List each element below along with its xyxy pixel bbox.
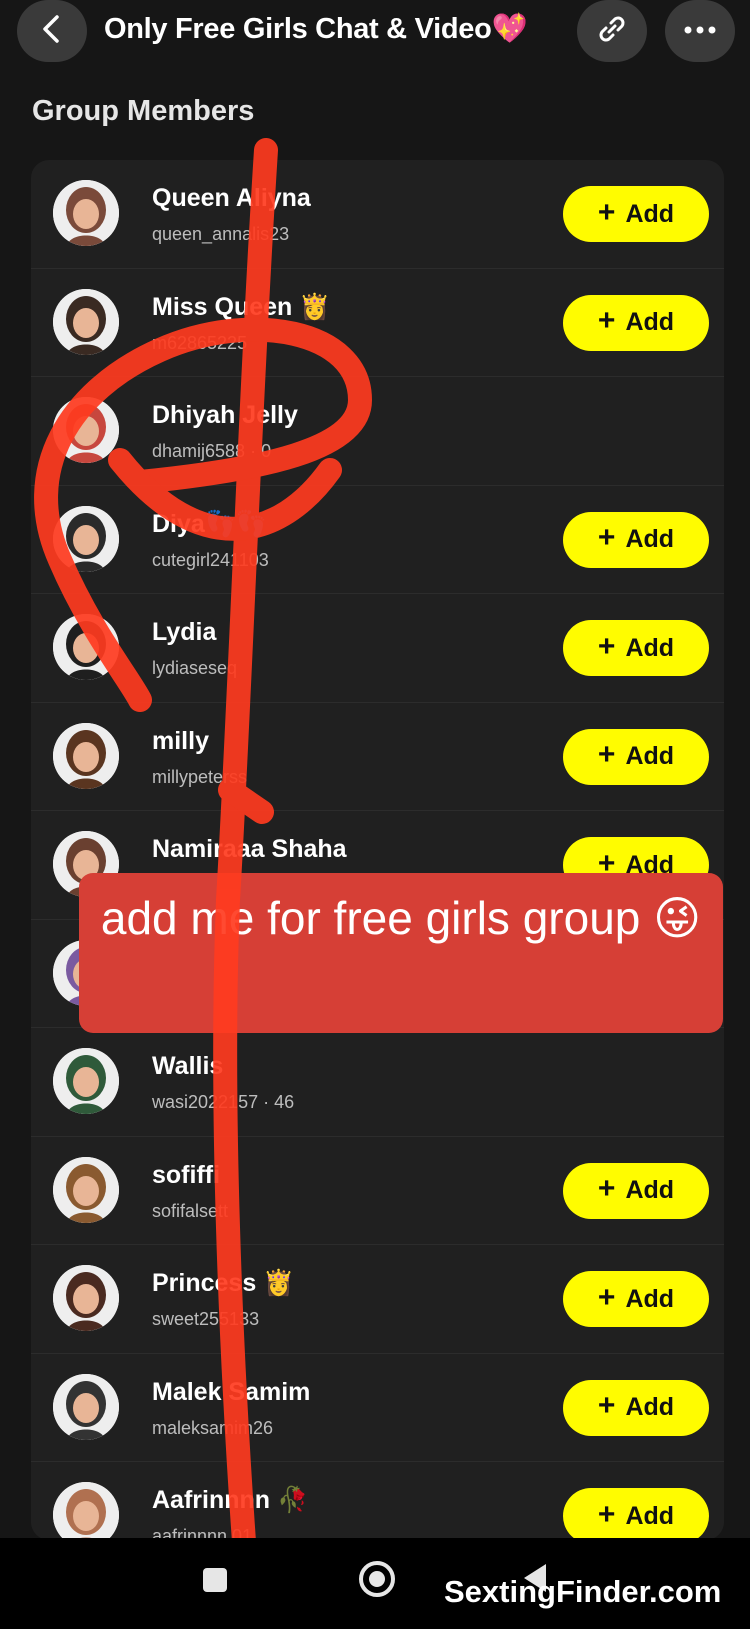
header-bar: Only Free Girls Chat & Video💖 (0, 0, 750, 64)
member-name: Namiraaa Shaha (152, 835, 347, 863)
plus-icon: + (597, 304, 616, 337)
chevron-left-icon (39, 14, 65, 49)
member-name: sofiffi (152, 1160, 221, 1189)
plus-icon: + (597, 1497, 616, 1531)
add-button-label: Add (625, 1501, 675, 1530)
avatar[interactable] (53, 180, 119, 246)
member-row[interactable]: Dhiyah Jelly dhamij6588 · 0 (31, 377, 724, 486)
add-friend-button[interactable]: + Add (563, 1271, 709, 1327)
add-button-label: Add (625, 1176, 675, 1204)
member-username: millypeterss (152, 766, 248, 787)
plus-icon: + (597, 1280, 616, 1314)
group-members-heading: Group Members (32, 95, 255, 127)
overlay-banner: add me for free girls group 😜 (79, 873, 723, 1033)
watermark: SextingFinder.com (444, 1574, 722, 1609)
member-username: lydiaseseq (152, 658, 238, 678)
avatar[interactable] (53, 1265, 119, 1331)
add-friend-button[interactable]: + Add (563, 728, 709, 785)
member-username: cutegirl241103 (152, 549, 269, 570)
member-name: Princess 👸 (152, 1269, 295, 1297)
page-title: Only Free Girls Chat & Video💖 (104, 13, 528, 45)
share-link-button[interactable] (577, 0, 647, 62)
member-row[interactable]: Princess 👸 sweet255133 + Add (31, 1245, 724, 1354)
add-friend-button[interactable]: + Add (563, 1379, 709, 1436)
plus-icon: + (597, 738, 616, 771)
add-friend-button[interactable]: + Add (563, 294, 709, 351)
member-row[interactable]: Queen Aliyna queen_annalis23 + Add (31, 160, 724, 269)
add-friend-button[interactable]: + Add (563, 186, 709, 242)
avatar[interactable] (53, 1048, 119, 1114)
member-name: Lydia (152, 618, 217, 646)
member-username: sweet255133 (152, 1309, 260, 1329)
member-name: Miss Queen 👸 (152, 292, 331, 321)
member-name: Dhiyah Jelly (152, 401, 298, 429)
member-username: dhamij6588 · 0 (152, 441, 272, 461)
member-row[interactable]: sofiffi sofifalsett + Add (31, 1137, 724, 1245)
member-row[interactable]: Wallis wasi2022157 · 46 (31, 1028, 724, 1137)
member-username: wasi2022157 · 46 (152, 1092, 295, 1112)
ellipsis-icon (683, 22, 717, 40)
member-name: Aafrinnnn 🥀 (152, 1486, 309, 1514)
avatar[interactable] (53, 614, 119, 680)
add-button-label: Add (625, 525, 675, 553)
more-options-button[interactable] (665, 0, 735, 62)
add-button-label: Add (625, 1284, 675, 1313)
add-button-label: Add (625, 742, 675, 770)
add-button-label: Add (625, 308, 675, 336)
link-icon (595, 12, 629, 51)
avatar[interactable] (53, 397, 119, 463)
member-name: Wallis (152, 1052, 224, 1080)
recent-apps-icon[interactable] (202, 1567, 228, 1598)
add-button-label: Add (625, 199, 675, 228)
avatar[interactable] (53, 1373, 119, 1440)
add-friend-button[interactable]: + Add (563, 620, 709, 676)
avatar[interactable] (53, 1156, 119, 1223)
plus-icon: + (597, 1389, 616, 1422)
plus-icon: + (597, 629, 616, 663)
member-username: maleksamim26 (152, 1417, 274, 1438)
avatar[interactable] (53, 1482, 119, 1540)
member-name: Queen Aliyna (152, 184, 311, 212)
member-row[interactable]: milly millypeterss + Add (31, 703, 724, 811)
add-button-label: Add (625, 633, 675, 662)
back-button[interactable] (17, 0, 87, 62)
add-friend-button[interactable]: + Add (563, 511, 709, 568)
member-username: queen_annalis23 (152, 224, 290, 244)
members-list: Queen Aliyna queen_annalis23 + Add Miss … (31, 160, 724, 1540)
add-button-label: Add (625, 1393, 675, 1421)
plus-icon: + (597, 521, 616, 554)
member-row[interactable]: Diya👣👣 cutegirl241103 + Add (31, 486, 724, 594)
member-name: Diya👣👣 (152, 509, 268, 538)
member-name: milly (152, 726, 209, 755)
member-name: Malek Samim (152, 1377, 311, 1406)
plus-icon: + (597, 195, 616, 229)
avatar[interactable] (53, 722, 119, 789)
avatar[interactable] (53, 505, 119, 572)
member-row[interactable]: Aafrinnnn 🥀 aafrinnnn.01 + Add (31, 1462, 724, 1540)
member-row[interactable]: Malek Samim maleksamim26 + Add (31, 1354, 724, 1462)
member-row[interactable]: Miss Queen 👸 m62865225 + Add (31, 269, 724, 377)
add-friend-button[interactable]: + Add (563, 1488, 709, 1540)
avatar[interactable] (53, 288, 119, 355)
home-icon[interactable] (358, 1560, 396, 1603)
member-username: sofifalsett (152, 1200, 229, 1221)
plus-icon: + (597, 1172, 616, 1205)
add-friend-button[interactable]: + Add (563, 1162, 709, 1219)
member-row[interactable]: Lydia lydiaseseq + Add (31, 594, 724, 703)
member-username: m62865225 (152, 332, 248, 353)
